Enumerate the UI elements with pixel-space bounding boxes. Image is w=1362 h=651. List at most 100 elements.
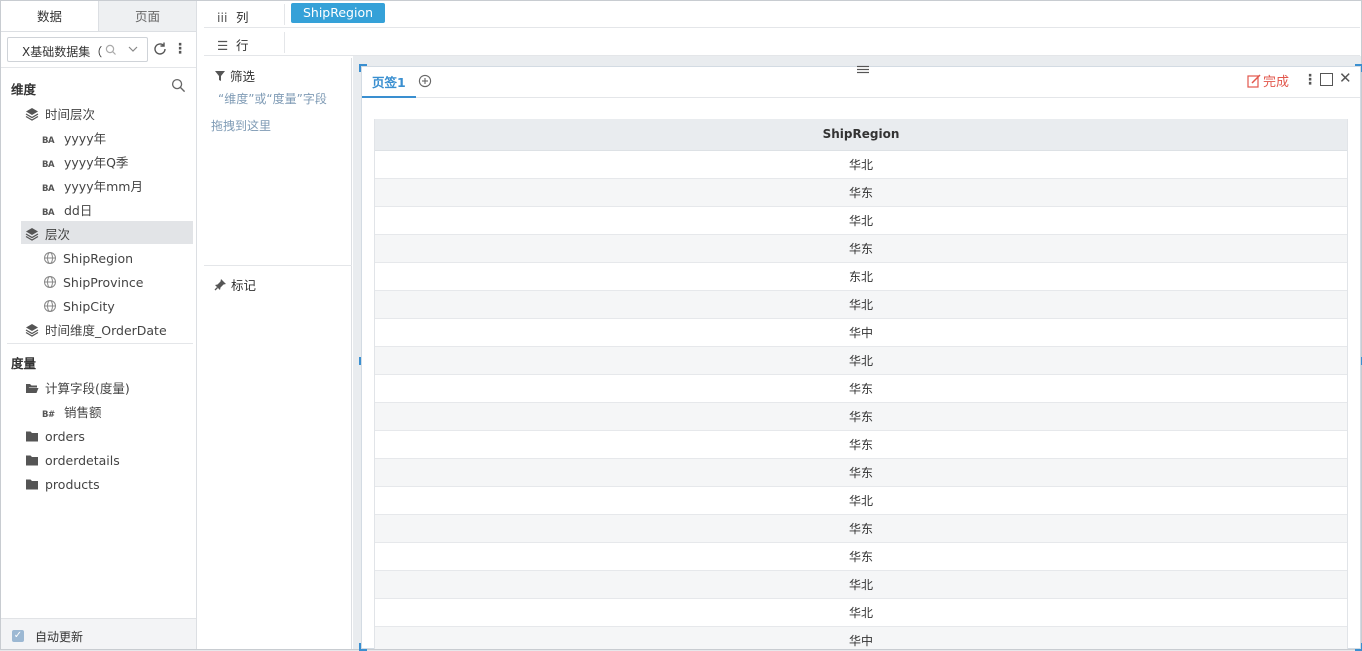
table-cell: 华北	[375, 486, 1347, 515]
tree-item-shipregion[interactable]: ShipRegion	[43, 248, 133, 270]
dataset-name: X基础数据集（	[22, 45, 103, 59]
tab-data[interactable]: 数据	[1, 1, 99, 31]
tree-item-products[interactable]: products	[25, 474, 100, 496]
table-row[interactable]: 华东	[375, 402, 1347, 431]
table-widget[interactable]: 页签1 完成 ⋮ ✕ ShipRegion 华北 华东 华北 华东 东北 华北 华中 华北 华东…	[359, 64, 1362, 651]
table-cell: 华中	[375, 626, 1347, 649]
tree-item-yyyy-mm[interactable]: BA yyyy年mm月	[42, 176, 143, 198]
tree-item-label: 层次	[45, 227, 71, 242]
done-button[interactable]: 完成	[1247, 71, 1289, 90]
filter-hint-1: “维度”或“度量”字段	[218, 92, 327, 106]
widget-more-icon[interactable]: ⋮	[1303, 72, 1317, 88]
columns-icon: iii	[217, 10, 228, 25]
tree-item-label: orderdetails	[45, 453, 120, 468]
tree-item-orders[interactable]: orders	[25, 426, 85, 448]
table-row[interactable]: 华北	[375, 206, 1347, 235]
shelf-pill-shipregion[interactable]: ShipRegion	[291, 3, 385, 23]
auto-update-label: 自动更新	[35, 630, 84, 644]
marks-header: 标记	[214, 275, 256, 294]
tree-item-label: ShipRegion	[63, 251, 134, 266]
table-cell: 华中	[375, 318, 1347, 347]
refresh-icon[interactable]	[152, 41, 168, 57]
dataset-search-icon	[105, 44, 116, 55]
table-row[interactable]: 华北	[375, 486, 1347, 515]
tree-item-label: yyyy年mm月	[64, 179, 143, 194]
tree-item-yyyy[interactable]: BA yyyy年	[42, 128, 106, 150]
chevron-down-icon	[128, 46, 138, 52]
table-row[interactable]: 华东	[375, 374, 1347, 403]
folder-open-icon	[26, 384, 39, 393]
edit-icon	[1247, 74, 1261, 88]
table-row[interactable]: 华东	[375, 458, 1347, 487]
add-tab-icon[interactable]	[418, 74, 432, 88]
widget-tab-1[interactable]: 页签1	[362, 72, 416, 98]
layers-icon	[25, 228, 39, 241]
tree-item-hierarchy[interactable]: 层次	[25, 224, 70, 246]
table-cell: 华北	[375, 346, 1347, 375]
dataset-select[interactable]: X基础数据集（	[7, 37, 148, 62]
more-icon[interactable]: ⋮	[173, 40, 187, 58]
date-field-icon: BA	[42, 184, 55, 194]
tree-item-time-orderdate[interactable]: 时间维度_OrderDate	[25, 320, 167, 342]
folder-icon	[26, 455, 38, 466]
resize-handle[interactable]	[359, 357, 361, 365]
table-row[interactable]: 华中	[375, 626, 1347, 649]
pin-icon	[214, 279, 226, 291]
filter-marks-panel: 筛选 “维度”或“度量”字段 拖拽到这里 标记	[204, 58, 352, 649]
tree-item-shipcity[interactable]: ShipCity	[43, 296, 115, 318]
layers-icon	[25, 108, 39, 121]
table-cell: 华北	[375, 150, 1347, 179]
table-cell: 华东	[375, 542, 1347, 571]
auto-update-bar: ✓ 自动更新	[1, 618, 196, 649]
table-cell: 华东	[375, 402, 1347, 431]
columns-shelf[interactable]: iii 列 ShipRegion	[204, 1, 1360, 28]
rows-shelf[interactable]: ☰ 行	[204, 29, 1360, 56]
column-header[interactable]: ShipRegion	[375, 119, 1347, 151]
table-row[interactable]: 华东	[375, 234, 1347, 263]
table-row[interactable]: 华北	[375, 150, 1347, 179]
search-icon[interactable]	[171, 78, 186, 93]
tree-item-sales[interactable]: B# 销售额	[42, 402, 102, 424]
tree-item-label: 计算字段(度量)	[45, 381, 130, 396]
table-row[interactable]: 华东	[375, 542, 1347, 571]
table-row[interactable]: 华东	[375, 430, 1347, 459]
app-frame: 数据 页面 X基础数据集（ ⋮ 维度 时间层次 BA yyyy年 BA yyyy年Q…	[0, 0, 1362, 651]
table-row[interactable]: 华北	[375, 346, 1347, 375]
maximize-icon[interactable]	[1320, 73, 1333, 86]
table-row[interactable]: 华北	[375, 598, 1347, 627]
shelf-separator	[284, 4, 285, 25]
shelf-separator	[284, 32, 285, 53]
table-row[interactable]: 华东	[375, 178, 1347, 207]
table-row[interactable]: 东北	[375, 262, 1347, 291]
tree-item-label: orders	[45, 429, 85, 444]
tree-item-calc-fields[interactable]: 计算字段(度量)	[25, 378, 130, 400]
table-cell: 华东	[375, 234, 1347, 263]
tab-page[interactable]: 页面	[99, 1, 196, 31]
table-cell: 华北	[375, 206, 1347, 235]
tree-item-yyyy-q[interactable]: BA yyyy年Q季	[42, 152, 128, 174]
tree-item-dd[interactable]: BA dd日	[42, 200, 92, 222]
close-icon[interactable]: ✕	[1339, 69, 1352, 87]
date-field-icon: BA	[42, 160, 55, 170]
auto-update-checkbox[interactable]: ✓	[12, 630, 24, 642]
columns-shelf-label: iii 列	[217, 7, 249, 26]
table-cell: 华北	[375, 598, 1347, 627]
tree-item-orderdetails[interactable]: orderdetails	[25, 450, 120, 472]
tree-item-label: ShipProvince	[63, 275, 144, 290]
table-cell: 华东	[375, 430, 1347, 459]
tree-item-shipprovince[interactable]: ShipProvince	[43, 272, 143, 294]
section-divider	[7, 343, 193, 344]
data-table: ShipRegion 华北 华东 华北 华东 东北 华北 华中 华北 华东 华东 华东 华东 华北 华东华…	[375, 119, 1347, 649]
tree-item-time-hierarchy[interactable]: 时间层次	[25, 104, 95, 126]
table-cell: 华东	[375, 514, 1347, 543]
tree-item-label: yyyy年	[64, 131, 107, 146]
table-cell: 华东	[375, 458, 1347, 487]
tree-item-label: yyyy年Q季	[64, 155, 129, 170]
tree-item-label: 销售额	[64, 405, 102, 420]
measures-title: 度量	[11, 356, 37, 371]
table-row[interactable]: 华北	[375, 290, 1347, 319]
rows-label: 行	[236, 38, 249, 53]
table-row[interactable]: 华北	[375, 570, 1347, 599]
table-row[interactable]: 华中	[375, 318, 1347, 347]
table-row[interactable]: 华东	[375, 514, 1347, 543]
